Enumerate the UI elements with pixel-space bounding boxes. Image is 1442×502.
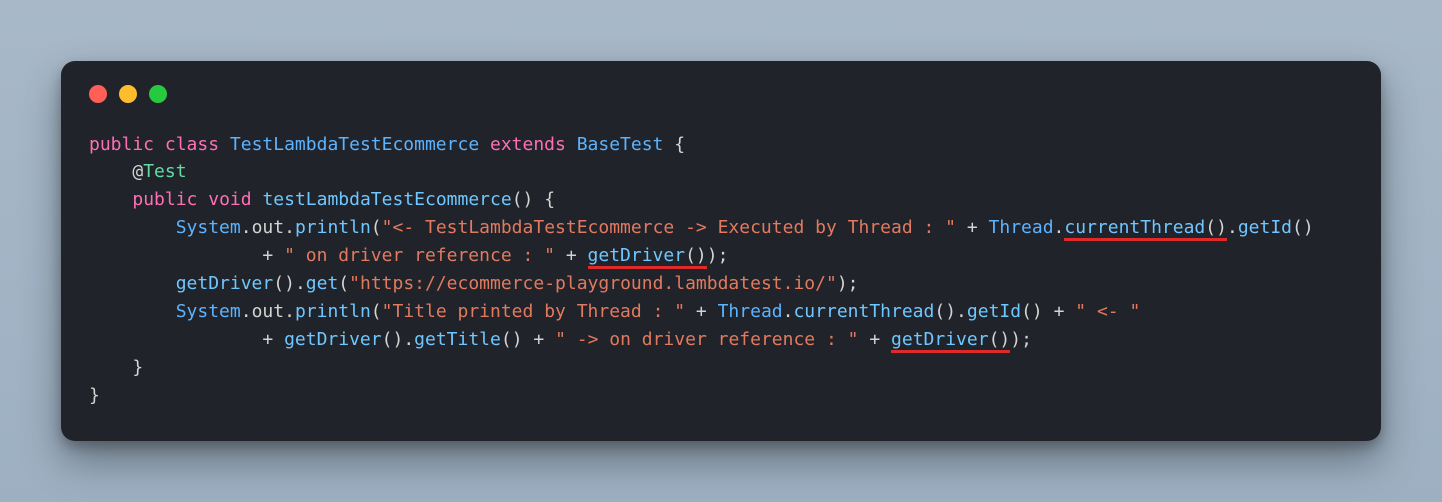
system-class: System <box>176 217 241 238</box>
string-literal: "<- TestLambdaTestEcommerce -> Executed … <box>382 217 956 238</box>
brace-open: { <box>674 134 685 155</box>
method-name: testLambdaTestEcommerce <box>262 189 511 210</box>
out-field: out <box>252 217 285 238</box>
url-literal: "https://ecommerce-playground.lambdatest… <box>349 273 837 294</box>
parens: () <box>934 301 956 322</box>
string-literal: " <- " <box>1075 301 1140 322</box>
code-block: public class TestLambdaTestEcommerce ext… <box>89 131 1353 410</box>
string-literal: " on driver reference : " <box>284 245 555 266</box>
close-paren-semi: ); <box>1010 329 1032 350</box>
dot: . <box>1227 217 1238 238</box>
thread-class: Thread <box>989 217 1054 238</box>
dot: . <box>284 217 295 238</box>
plus-op: + <box>523 329 556 350</box>
gettitle-call: getTitle <box>414 329 501 350</box>
get-call: get <box>306 273 339 294</box>
zoom-icon[interactable] <box>149 85 167 103</box>
println-call: println <box>295 217 371 238</box>
getdriver-call: getDriver <box>284 329 382 350</box>
superclass-name: BaseTest <box>577 134 664 155</box>
plus-op: + <box>685 301 718 322</box>
string-literal: "Title printed by Thread : " <box>382 301 685 322</box>
minimize-icon[interactable] <box>119 85 137 103</box>
keyword-public: public <box>132 189 197 210</box>
keyword-public: public <box>89 134 154 155</box>
dot: . <box>1054 217 1065 238</box>
plus-op: + <box>262 329 284 350</box>
annotation-test: Test <box>143 161 186 182</box>
dot: . <box>295 273 306 294</box>
parens: () <box>382 329 404 350</box>
parens: () <box>1205 217 1227 238</box>
paren-open: ( <box>371 301 382 322</box>
window-controls <box>89 85 1353 103</box>
class-name: TestLambdaTestEcommerce <box>230 134 479 155</box>
code-window: public class TestLambdaTestEcommerce ext… <box>61 61 1381 442</box>
brace-open: { <box>544 189 555 210</box>
string-literal: " -> on driver reference : " <box>555 329 858 350</box>
parens: () <box>273 273 295 294</box>
getdriver-call: getDriver <box>588 245 686 266</box>
dot: . <box>956 301 967 322</box>
keyword-void: void <box>208 189 251 210</box>
close-icon[interactable] <box>89 85 107 103</box>
getdriver-call: getDriver <box>891 329 989 350</box>
brace-close: } <box>132 357 143 378</box>
getid-call: getId <box>1238 217 1292 238</box>
currentthread-call: currentThread <box>1064 217 1205 238</box>
plus-op: + <box>1043 301 1076 322</box>
plus-op: + <box>555 245 588 266</box>
println-call: println <box>295 301 371 322</box>
out-field: out <box>252 301 285 322</box>
parens: () <box>501 329 523 350</box>
plus-op: + <box>956 217 989 238</box>
thread-class: Thread <box>718 301 783 322</box>
dot: . <box>284 301 295 322</box>
keyword-class: class <box>165 134 219 155</box>
dot: . <box>241 217 252 238</box>
parens: () <box>1021 301 1043 322</box>
parens: () <box>512 189 534 210</box>
getdriver-call: getDriver <box>176 273 274 294</box>
paren-open: ( <box>338 273 349 294</box>
close-paren-semi: ); <box>837 273 859 294</box>
dot: . <box>403 329 414 350</box>
keyword-extends: extends <box>490 134 566 155</box>
brace-close: } <box>89 385 100 406</box>
system-class: System <box>176 301 241 322</box>
paren-open: ( <box>371 217 382 238</box>
annotation-at: @ <box>132 161 143 182</box>
currentthread-call: currentThread <box>793 301 934 322</box>
dot: . <box>783 301 794 322</box>
plus-op: + <box>262 245 284 266</box>
close-paren-semi: ); <box>707 245 729 266</box>
plus-op: + <box>859 329 892 350</box>
getid-call: getId <box>967 301 1021 322</box>
dot: . <box>241 301 252 322</box>
parens: () <box>1292 217 1314 238</box>
parens: () <box>685 245 707 266</box>
parens: () <box>989 329 1011 350</box>
